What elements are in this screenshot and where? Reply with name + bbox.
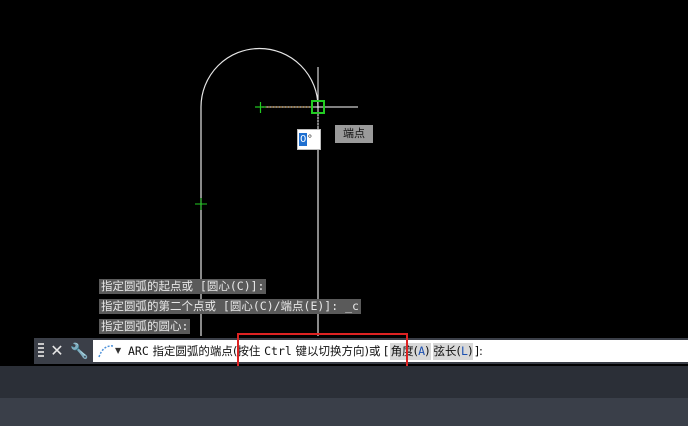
- option-angle-key: A: [418, 344, 426, 358]
- command-name: ARC: [128, 344, 149, 358]
- arc-preview: [200, 47, 319, 108]
- angle-unit: °: [307, 134, 313, 145]
- option-chord-close: ): [467, 344, 473, 358]
- layout-tab-bar: [0, 398, 688, 426]
- close-icon[interactable]: ✕: [48, 341, 66, 361]
- command-history-line: 指定圆弧的圆心:: [99, 319, 191, 334]
- option-chord-key: L: [461, 344, 468, 358]
- option-chord[interactable]: 弦长(L): [432, 343, 474, 360]
- osnap-tooltip: 端点: [335, 125, 373, 143]
- prompt-tail: ]:: [474, 344, 483, 358]
- option-angle-close: ): [425, 344, 430, 358]
- grip-handle-icon[interactable]: [38, 343, 44, 359]
- command-history-line: 指定圆弧的第二个点或 [圆心(C)/端点(E)]: _c: [99, 299, 361, 314]
- option-chord-label: 弦长(: [433, 344, 462, 358]
- wrench-icon[interactable]: 🔧: [70, 341, 89, 361]
- prompt-main: 指定圆弧的端点: [152, 344, 233, 358]
- arc-command-icon[interactable]: [97, 343, 117, 359]
- command-history-line: 指定圆弧的起点或 [圆心(C)]:: [99, 279, 267, 294]
- status-bar: [0, 366, 688, 398]
- chevron-down-icon[interactable]: ▼: [115, 340, 121, 362]
- dynamic-angle-input[interactable]: 0°: [297, 129, 321, 150]
